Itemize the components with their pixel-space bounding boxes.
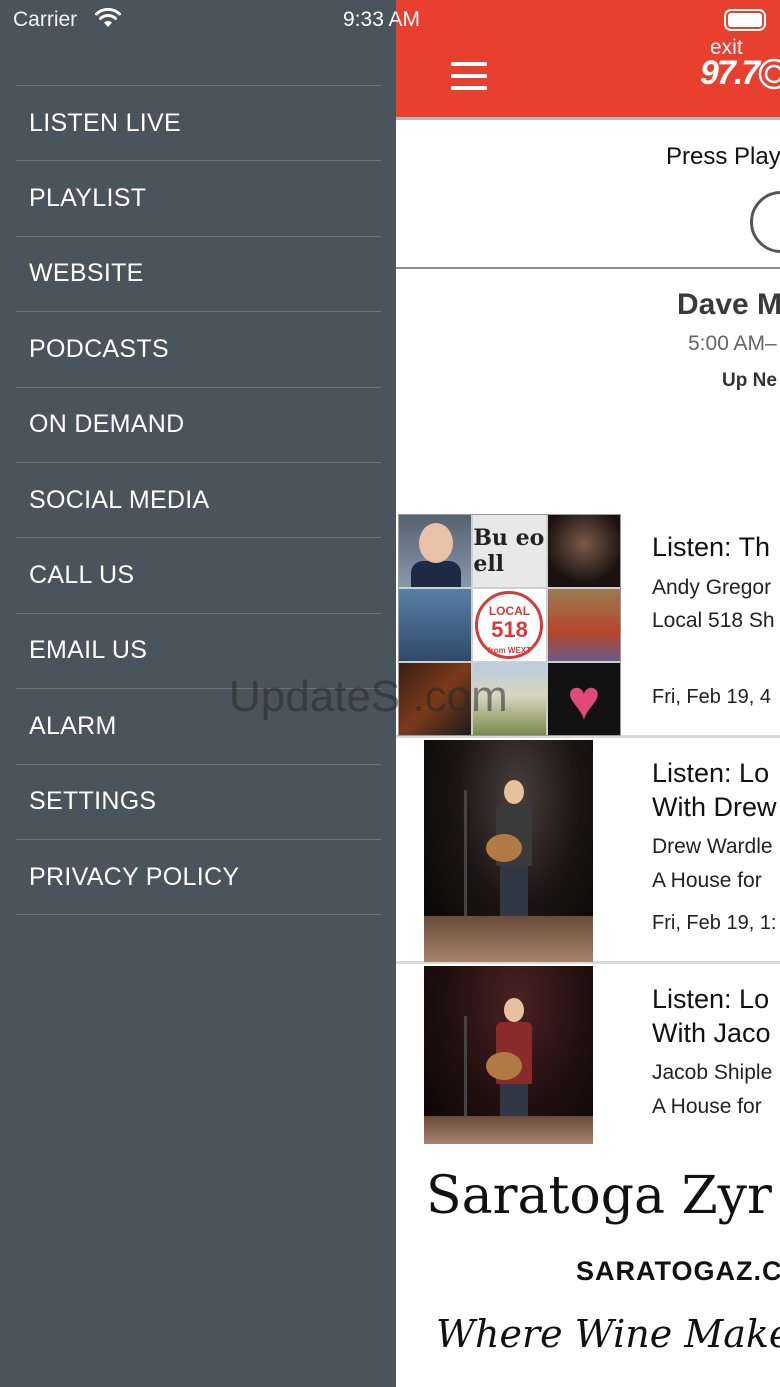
- collage-tile: [547, 589, 620, 661]
- story-title: Listen: Lo: [652, 758, 770, 788]
- menu-item-social-media[interactable]: SOCIAL MEDIA: [16, 463, 381, 539]
- menu-item-on-demand[interactable]: ON DEMAND: [16, 388, 381, 463]
- carrier-label: Carrier: [13, 8, 78, 31]
- story-series: A House for: [652, 869, 762, 892]
- watermark: UpdateS .com: [229, 672, 508, 721]
- status-bar: Carrier 9:33 AM: [0, 0, 780, 40]
- show-title: Dave M: [677, 288, 780, 321]
- up-next-label: Up Ne: [722, 370, 777, 391]
- play-button[interactable]: [750, 191, 780, 253]
- badge-bottom-text: from WEXT Radio: [487, 646, 532, 655]
- menu-item-call-us[interactable]: CALL US: [16, 538, 381, 614]
- story-author: Jacob Shiple: [652, 1061, 773, 1084]
- badge-number: 518: [491, 617, 528, 642]
- logo-wave-icon: [758, 58, 780, 90]
- story-thumbnail-photo: [424, 740, 593, 962]
- collage-tile: [547, 515, 620, 587]
- menu-item-privacy-policy[interactable]: PRIVACY POLICY: [16, 840, 381, 916]
- ad-url: SARATOGAZ.C: [576, 1256, 780, 1286]
- wifi-icon: [95, 7, 121, 27]
- drawer-menu: LISTEN LIVE PLAYLIST WEBSITE PODCASTS ON…: [16, 85, 381, 916]
- menu-item-website[interactable]: WEBSITE: [16, 237, 381, 313]
- ad-title: Saratoga Zyr: [426, 1166, 772, 1226]
- story-series: A House for: [652, 1095, 762, 1118]
- menu-item-settings[interactable]: SETTINGS: [16, 765, 381, 840]
- menu-item-playlist[interactable]: PLAYLIST: [16, 161, 381, 237]
- story-series: Local 518 Sh: [652, 609, 775, 632]
- player-section: Press Play: [396, 123, 780, 269]
- story-item[interactable]: Listen: Lo With Drew Drew Wardle A House…: [396, 738, 780, 964]
- collage-tile: [399, 515, 472, 587]
- story-title-line2: With Drew: [652, 792, 777, 822]
- story-title: Listen: Lo: [652, 984, 770, 1014]
- story-title: Listen: Th: [652, 532, 771, 562]
- story-author: Drew Wardle: [652, 835, 773, 858]
- logo-frequency: 97.7: [700, 54, 760, 92]
- badge-top-text: LOCAL: [488, 604, 531, 618]
- heart-icon: ♥: [547, 663, 620, 735]
- current-show: Dave M 5:00 AM– Up Ne: [396, 270, 780, 512]
- story-date: Fri, Feb 19, 4: [652, 686, 771, 708]
- menu-item-listen-live[interactable]: LISTEN LIVE: [16, 86, 381, 162]
- menu-item-podcasts[interactable]: PODCASTS: [16, 312, 381, 388]
- story-item[interactable]: Listen: Lo With Jaco Jacob Shiple A Hous…: [396, 964, 780, 1144]
- ad-tagline: Where Wine Maker: [436, 1312, 780, 1356]
- station-logo: exit 97.7: [696, 36, 780, 96]
- press-play-label: Press Play: [666, 143, 780, 170]
- collage-tile: Bu eo ell: [473, 515, 546, 587]
- ad-banner[interactable]: Saratoga Zyr SARATOGAZ.C Where Wine Make…: [396, 1144, 780, 1387]
- local-518-badge: LOCAL 518 from WEXT Radio: [475, 591, 544, 659]
- hamburger-menu-icon[interactable]: [451, 62, 487, 90]
- collage-tile: LOCAL 518 from WEXT Radio: [473, 589, 546, 661]
- collage-tile: [399, 589, 472, 661]
- status-time: 9:33 AM: [343, 8, 421, 31]
- show-time: 5:00 AM–: [688, 332, 777, 355]
- story-title-line2: With Jaco: [652, 1018, 771, 1048]
- story-author: Andy Gregor: [652, 576, 772, 599]
- story-thumbnail-photo: [424, 966, 593, 1144]
- story-date: Fri, Feb 19, 1:: [652, 912, 777, 934]
- battery-icon: [724, 9, 766, 31]
